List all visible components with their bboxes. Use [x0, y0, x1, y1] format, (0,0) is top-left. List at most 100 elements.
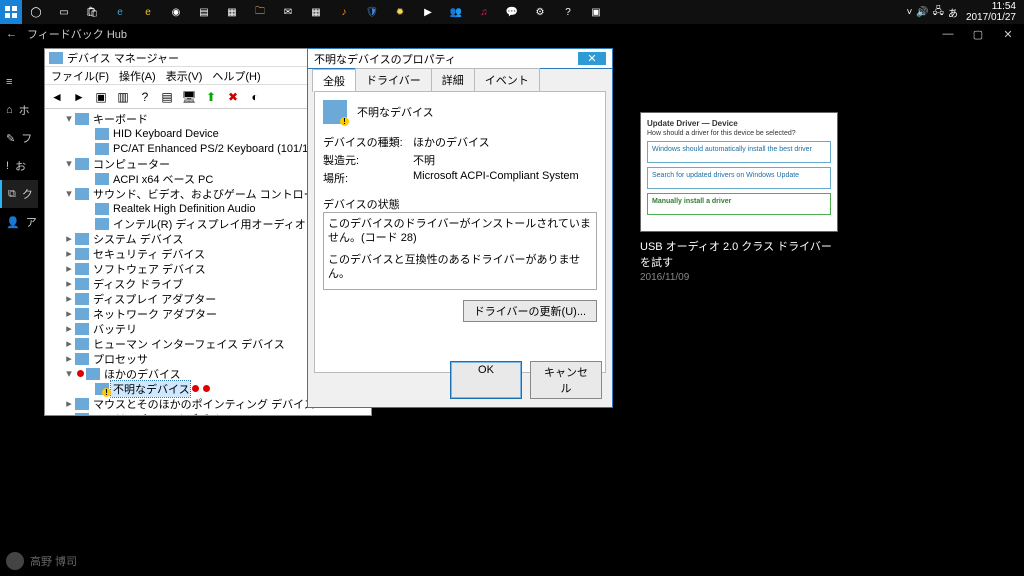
- sidebar-item-announce[interactable]: !お: [0, 152, 38, 180]
- update-driver-button[interactable]: ドライバーの更新(U)...: [463, 300, 597, 322]
- tool-up-icon[interactable]: ▣: [91, 87, 111, 107]
- taskbar-clock[interactable]: 11:54 2017/01/27: [962, 1, 1020, 23]
- system-tray: ˅ 🔊 🖧 あ 11:54 2017/01/27: [906, 1, 1024, 23]
- task-view-icon[interactable]: ▭: [50, 0, 78, 24]
- tray-ime-icon[interactable]: あ: [948, 5, 958, 20]
- sidebar-item-account[interactable]: 👤ア: [0, 208, 38, 236]
- tree-toggle-icon[interactable]: ▸: [63, 247, 75, 260]
- tree-node-label: セキュリティ デバイス: [91, 246, 205, 262]
- tree-node-label: サウンド、ビデオ、およびゲーム コントローラー: [91, 186, 337, 202]
- tab-events[interactable]: イベント: [474, 68, 540, 91]
- tree-toggle-icon[interactable]: ▸: [63, 232, 75, 245]
- task-mail-icon[interactable]: ✉: [274, 0, 302, 24]
- tab-general[interactable]: 全般: [312, 69, 356, 92]
- status-line3: このデバイス用のドライバーを検索するには、[ドライバーの更新] をクリックしてく…: [328, 289, 592, 290]
- tree-toggle-icon[interactable]: ▾: [63, 187, 75, 200]
- status-line1: このデバイスのドライバーがインストールされていません。(コード 28): [328, 217, 592, 245]
- task-security-icon[interactable]: 🛡: [358, 0, 386, 24]
- props-titlebar[interactable]: 不明なデバイスのプロパティ ✕: [308, 49, 612, 69]
- hub-menu-button[interactable]: ≡: [0, 68, 38, 96]
- device-icon: [95, 173, 109, 185]
- task-tips-icon[interactable]: ✹: [386, 0, 414, 24]
- sidebar-item-home[interactable]: ⌂ホ: [0, 96, 38, 124]
- tree-toggle-icon[interactable]: ▾: [63, 367, 75, 380]
- tree-toggle-icon[interactable]: ▸: [63, 292, 75, 305]
- tree-toggle-icon[interactable]: ▸: [63, 352, 75, 365]
- tray-volume-icon[interactable]: 🔊: [916, 7, 928, 18]
- menu-help[interactable]: ヘルプ(H): [212, 68, 260, 84]
- tool-disable-icon[interactable]: ◐: [245, 87, 265, 107]
- hub-min-button[interactable]: —: [938, 28, 958, 40]
- task-msg-icon[interactable]: 💬: [498, 0, 526, 24]
- thumb-opt3: Manually install a driver: [647, 193, 831, 215]
- tab-details[interactable]: 詳細: [431, 68, 475, 91]
- tree-toggle-icon[interactable]: ▾: [63, 157, 75, 170]
- task-store-icon[interactable]: 🛍: [78, 0, 106, 24]
- task-app2-icon[interactable]: ▦: [218, 0, 246, 24]
- tool-refresh-icon[interactable]: ▥: [113, 87, 133, 107]
- menu-file[interactable]: ファイル(F): [51, 68, 109, 84]
- task-calendar-icon[interactable]: ▦: [302, 0, 330, 24]
- sidebar-item-quests[interactable]: ⧉ク: [0, 180, 38, 208]
- task-itunes-icon[interactable]: ♫: [470, 0, 498, 24]
- task-settings-icon[interactable]: ⚙: [526, 0, 554, 24]
- tree-node-label: キーボード: [91, 111, 148, 127]
- tool-props-icon[interactable]: ▤: [157, 87, 177, 107]
- hub-close-button[interactable]: ✕: [998, 28, 1018, 41]
- tool-uninstall-icon[interactable]: ✖: [223, 87, 243, 107]
- tree-toggle-icon[interactable]: ▸: [63, 277, 75, 290]
- menu-view[interactable]: 表示(V): [166, 68, 203, 84]
- task-people-icon[interactable]: 👥: [442, 0, 470, 24]
- status-textbox[interactable]: このデバイスのドライバーがインストールされていません。(コード 28) このデバ…: [323, 212, 597, 290]
- card-thumbnail: Update Driver — Device How should a driv…: [640, 112, 838, 232]
- tool-help-icon[interactable]: ?: [135, 87, 155, 107]
- props-close-button[interactable]: ✕: [578, 52, 606, 65]
- tree-node-label: コンピューター: [91, 156, 170, 172]
- tool-back-icon[interactable]: ◄: [47, 87, 67, 107]
- user-chip[interactable]: 高野 博司: [6, 552, 77, 570]
- task-ie-icon[interactable]: e: [134, 0, 162, 24]
- device-icon: [75, 233, 89, 245]
- task-explorer-icon[interactable]: 🗀: [246, 0, 274, 24]
- task-cortana-icon[interactable]: ◯: [22, 0, 50, 24]
- task-vid-icon[interactable]: ▶: [414, 0, 442, 24]
- related-card[interactable]: Update Driver — Device How should a driv…: [640, 112, 838, 283]
- tab-driver[interactable]: ドライバー: [355, 68, 432, 91]
- tree-toggle-icon[interactable]: ▸: [63, 397, 75, 410]
- ok-button[interactable]: OK: [450, 361, 522, 399]
- tree-toggle-icon[interactable]: ▸: [63, 322, 75, 335]
- status-line2: このデバイスと互換性のあるドライバーがありません。: [328, 253, 592, 281]
- task-devmgr-icon[interactable]: ▣: [582, 0, 610, 24]
- thumb-sub: How should a driver for this device be s…: [647, 130, 831, 137]
- tool-scan-icon[interactable]: 🖥: [179, 87, 199, 107]
- device-icon: [75, 323, 89, 335]
- device-icon: [75, 158, 89, 170]
- device-icon: [75, 413, 89, 416]
- hub-max-button[interactable]: ▢: [968, 28, 988, 41]
- tree-node-label: Realtek High Definition Audio: [111, 203, 255, 215]
- task-chrome-icon[interactable]: ◉: [162, 0, 190, 24]
- tree-node-label: ソフトウェア デバイス: [91, 261, 206, 277]
- cancel-button[interactable]: キャンセル: [530, 361, 602, 399]
- tray-chevron-icon[interactable]: ˅: [906, 7, 912, 18]
- tree-toggle-icon[interactable]: ▸: [63, 337, 75, 350]
- task-hub-icon[interactable]: ♪: [330, 0, 358, 24]
- task-app1-icon[interactable]: ▤: [190, 0, 218, 24]
- tool-update-icon[interactable]: ⬆: [201, 87, 221, 107]
- start-button[interactable]: [0, 0, 22, 24]
- tree-toggle-icon[interactable]: ▸: [63, 307, 75, 320]
- tool-fwd-icon[interactable]: ►: [69, 87, 89, 107]
- device-icon: [95, 383, 109, 395]
- tree-node[interactable]: ▸メモリ テクノロジ デバイス: [49, 411, 367, 415]
- tree-toggle-icon[interactable]: ▾: [63, 112, 75, 125]
- tray-network-icon[interactable]: 🖧: [933, 4, 944, 21]
- sidebar-item-feedback[interactable]: ✎フ: [0, 124, 38, 152]
- task-help-icon[interactable]: ?: [554, 0, 582, 24]
- avatar-icon: [6, 552, 24, 570]
- task-edge-icon[interactable]: e: [106, 0, 134, 24]
- tree-toggle-icon[interactable]: ▸: [63, 412, 75, 415]
- menu-action[interactable]: 操作(A): [119, 68, 156, 84]
- tree-toggle-icon[interactable]: ▸: [63, 262, 75, 275]
- back-button[interactable]: ←: [6, 28, 17, 40]
- tree-node-label: ネットワーク アダプター: [91, 306, 217, 322]
